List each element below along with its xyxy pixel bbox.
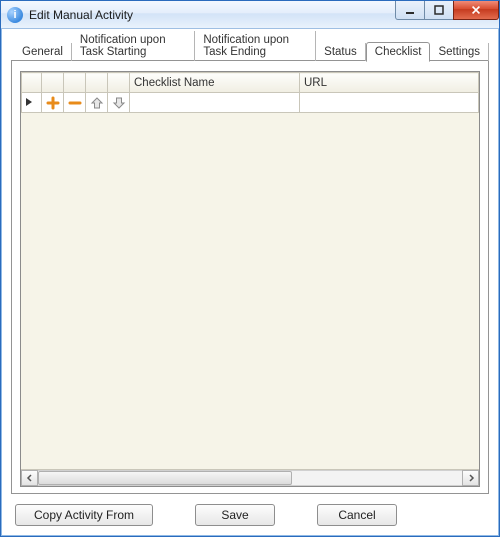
tab-settings[interactable]: Settings <box>430 43 489 61</box>
header-down <box>108 73 130 93</box>
copy-activity-from-button[interactable]: Copy Activity From <box>15 504 153 526</box>
maximize-icon <box>432 3 446 17</box>
chevron-right-icon <box>467 474 475 482</box>
horizontal-scrollbar[interactable] <box>21 469 479 486</box>
tab-general[interactable]: General <box>13 43 72 61</box>
header-up <box>86 73 108 93</box>
scroll-track[interactable] <box>38 470 462 486</box>
window: i Edit Manual Activity General Notificat… <box>0 0 500 537</box>
cancel-button[interactable]: Cancel <box>317 504 397 526</box>
titlebar: i Edit Manual Activity <box>1 1 499 29</box>
header-row-selector <box>22 73 42 93</box>
cell-checklist-name[interactable] <box>130 93 300 113</box>
tab-status[interactable]: Status <box>316 43 366 61</box>
tab-notification-start[interactable]: Notification upon Task Starting <box>72 31 195 61</box>
add-row-button[interactable] <box>42 93 64 113</box>
tab-notification-end[interactable]: Notification upon Task Ending <box>195 31 316 61</box>
scroll-left-button[interactable] <box>21 470 38 486</box>
chevron-left-icon <box>26 474 34 482</box>
header-add <box>42 73 64 93</box>
app-icon: i <box>7 7 23 23</box>
save-button[interactable]: Save <box>195 504 275 526</box>
header-checklist-name[interactable]: Checklist Name <box>130 73 300 93</box>
header-url[interactable]: URL <box>300 73 479 93</box>
up-arrow-icon <box>90 96 104 110</box>
checklist-table: Checklist Name URL <box>21 72 479 113</box>
checklist-grid-container: Checklist Name URL <box>20 71 480 487</box>
close-icon <box>469 4 483 16</box>
window-controls <box>396 1 499 20</box>
header-remove <box>64 73 86 93</box>
tabstrip: General Notification upon Task Starting … <box>11 39 489 61</box>
close-button[interactable] <box>453 1 499 20</box>
table-row <box>22 93 479 113</box>
minimize-button[interactable] <box>395 1 425 20</box>
tab-checklist[interactable]: Checklist <box>366 42 431 62</box>
cell-url[interactable] <box>300 93 479 113</box>
scroll-right-button[interactable] <box>462 470 479 486</box>
add-icon <box>46 96 60 110</box>
remove-icon <box>68 96 82 110</box>
remove-row-button[interactable] <box>64 93 86 113</box>
move-down-button[interactable] <box>108 93 130 113</box>
button-row: Copy Activity From Save Cancel <box>11 494 489 528</box>
minimize-icon <box>403 3 417 17</box>
checklist-header-row: Checklist Name URL <box>22 73 479 93</box>
client-area: General Notification upon Task Starting … <box>1 29 499 536</box>
down-arrow-icon <box>112 96 126 110</box>
tab-panel-checklist: Checklist Name URL <box>11 60 489 494</box>
checklist-grid: Checklist Name URL <box>21 72 479 469</box>
row-indicator[interactable] <box>22 93 42 113</box>
scroll-thumb[interactable] <box>38 471 292 485</box>
maximize-button[interactable] <box>424 1 454 20</box>
move-up-button[interactable] <box>86 93 108 113</box>
window-title: Edit Manual Activity <box>29 8 133 22</box>
current-row-arrow-icon <box>26 98 32 106</box>
